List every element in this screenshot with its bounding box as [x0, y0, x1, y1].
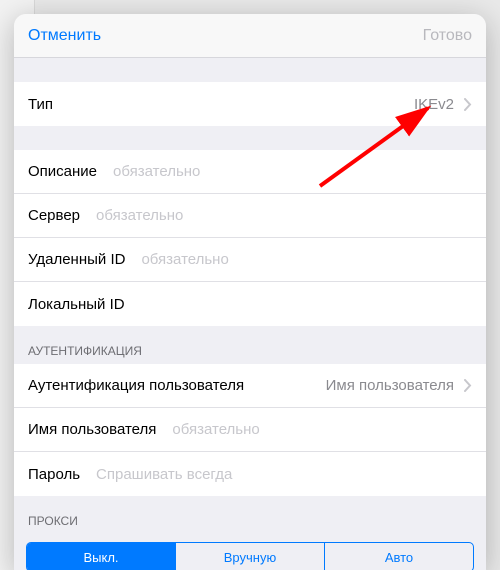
done-button: Готово [423, 27, 472, 45]
description-placeholder: обязательно [113, 163, 200, 180]
username-placeholder: обязательно [172, 421, 259, 438]
proxy-seg-off[interactable]: Выкл. [27, 543, 175, 570]
proxy-seg-auto[interactable]: Авто [324, 543, 473, 570]
cancel-button[interactable]: Отменить [28, 27, 101, 45]
user-auth-row[interactable]: Аутентификация пользователя Имя пользова… [14, 364, 486, 408]
proxy-section-header: Прокси [14, 496, 486, 534]
nav-bar: Отменить Готово [14, 14, 486, 58]
description-row[interactable]: Описание обязательно [14, 150, 486, 194]
server-row[interactable]: Сервер обязательно [14, 194, 486, 238]
proxy-segmented-control[interactable]: Выкл. Вручную Авто [26, 542, 474, 570]
server-label: Сервер [28, 207, 80, 224]
username-row[interactable]: Имя пользователя обязательно [14, 408, 486, 452]
chevron-right-icon [454, 379, 472, 392]
remote-id-placeholder: обязательно [141, 251, 228, 268]
password-label: Пароль [28, 466, 80, 483]
password-placeholder: Спрашивать всегда [96, 466, 232, 483]
local-id-row[interactable]: Локальный ID [14, 282, 486, 326]
username-label: Имя пользователя [28, 421, 156, 438]
type-label: Тип [28, 96, 53, 113]
user-auth-label: Аутентификация пользователя [28, 377, 244, 394]
vpn-config-modal: Отменить Готово Тип IKEv2 Описание обяза… [14, 14, 486, 570]
server-placeholder: обязательно [96, 207, 183, 224]
description-label: Описание [28, 163, 97, 180]
type-row[interactable]: Тип IKEv2 [14, 82, 486, 126]
type-value: IKEv2 [414, 96, 454, 113]
auth-section-header: Аутентификация [14, 326, 486, 364]
proxy-seg-manual[interactable]: Вручную [175, 543, 324, 570]
chevron-right-icon [454, 98, 472, 111]
remote-id-row[interactable]: Удаленный ID обязательно [14, 238, 486, 282]
form-content: Тип IKEv2 Описание обязательно Сервер об… [14, 58, 486, 570]
local-id-label: Локальный ID [28, 296, 125, 313]
password-row[interactable]: Пароль Спрашивать всегда [14, 452, 486, 496]
remote-id-label: Удаленный ID [28, 251, 125, 268]
user-auth-value: Имя пользователя [326, 377, 454, 394]
